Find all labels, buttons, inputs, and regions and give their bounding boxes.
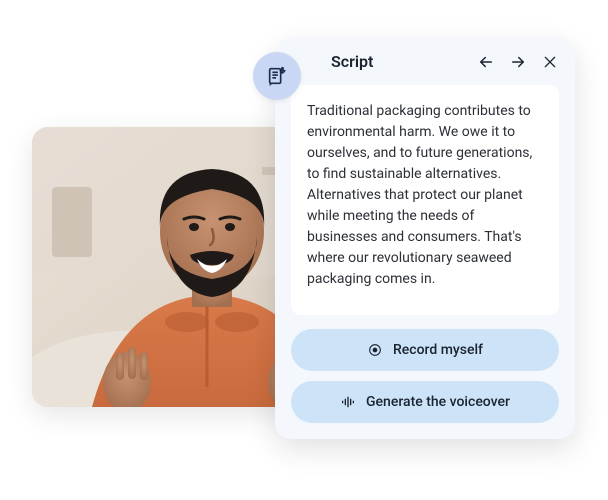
arrow-left-icon xyxy=(477,53,495,71)
script-mic-icon xyxy=(266,65,288,87)
voiceover-label: Generate the voiceover xyxy=(366,394,510,410)
arrow-right-icon xyxy=(509,53,527,71)
script-text: Traditional packaging contributes to env… xyxy=(307,101,543,290)
next-button[interactable] xyxy=(509,53,527,71)
generate-voiceover-button[interactable]: Generate the voiceover xyxy=(291,381,559,423)
panel-header: Script xyxy=(275,38,575,81)
panel-nav xyxy=(477,53,559,71)
close-icon xyxy=(542,54,558,70)
record-icon xyxy=(367,342,383,358)
record-label: Record myself xyxy=(393,342,483,358)
prev-button[interactable] xyxy=(477,53,495,71)
script-panel: Script Traditional packaging contributes… xyxy=(275,38,575,439)
close-button[interactable] xyxy=(541,53,559,71)
panel-title: Script xyxy=(331,52,465,71)
script-text-card: Traditional packaging contributes to env… xyxy=(291,85,559,315)
waveform-icon xyxy=(340,394,356,410)
record-myself-button[interactable]: Record myself xyxy=(291,329,559,371)
script-icon-badge xyxy=(253,52,301,100)
